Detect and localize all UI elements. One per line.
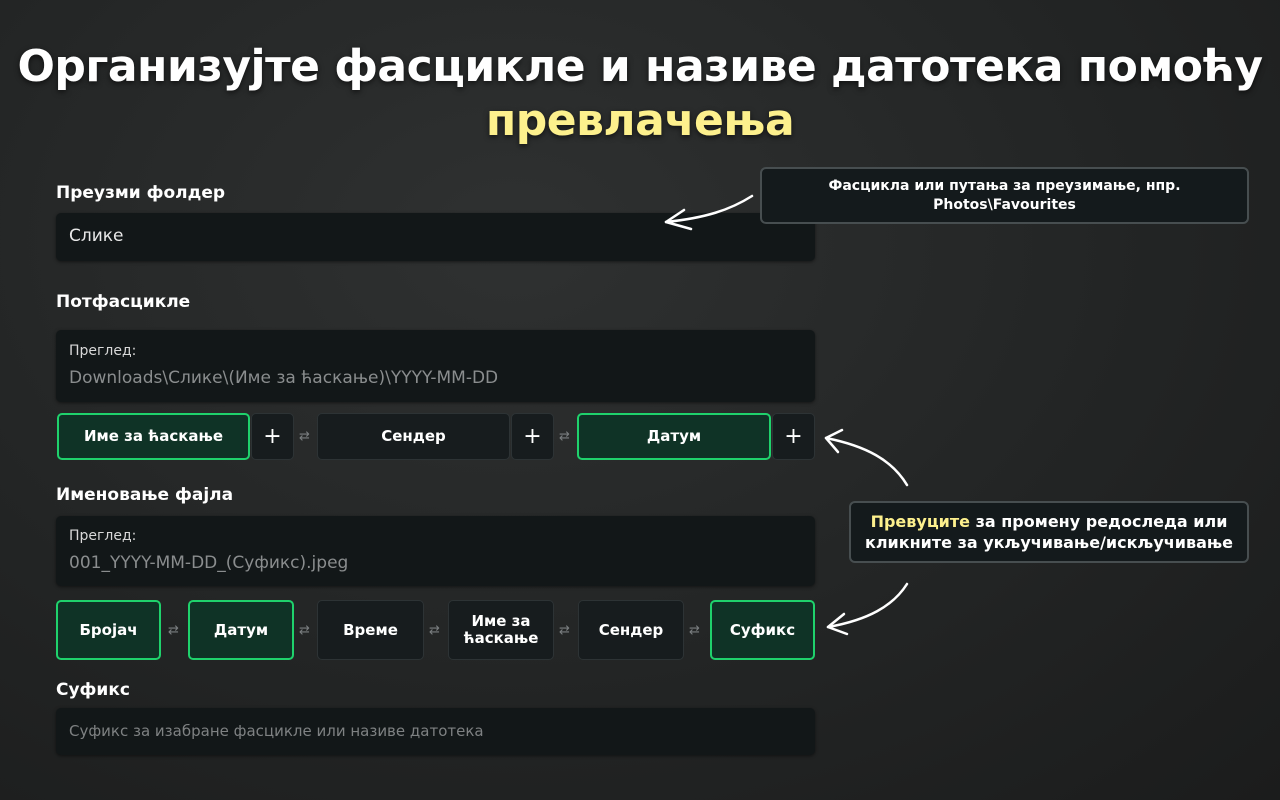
arrow-icon (826, 582, 909, 629)
arrow-icon (824, 436, 909, 487)
callout-arrows (664, 194, 909, 636)
arrow-icon (664, 194, 754, 224)
